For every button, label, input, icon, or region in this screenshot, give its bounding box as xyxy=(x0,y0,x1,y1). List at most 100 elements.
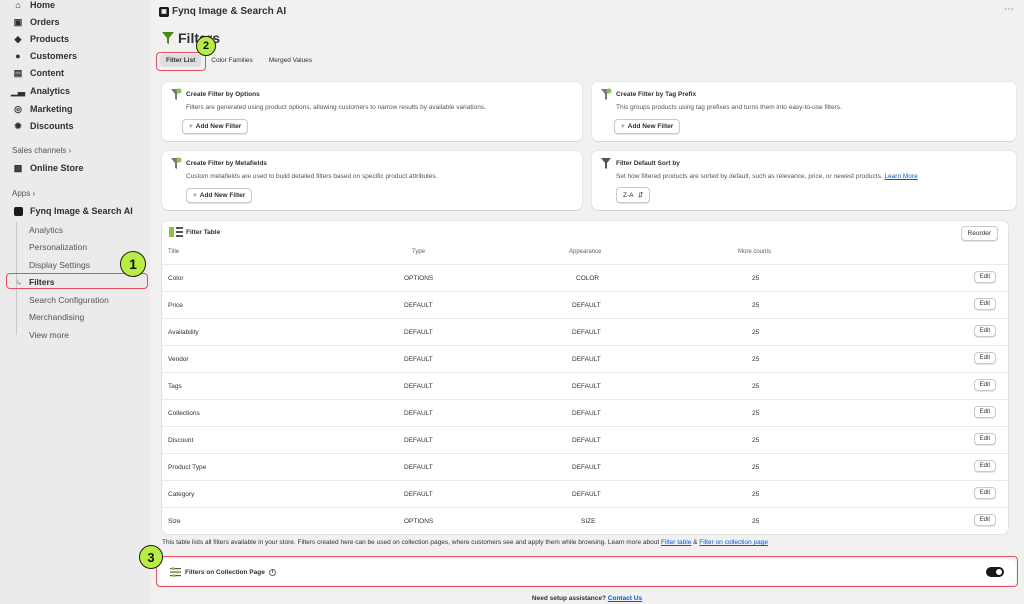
sub-item-display-settings[interactable]: Display Settings xyxy=(29,260,90,270)
edit-button[interactable]: Edit xyxy=(973,379,996,391)
reorder-button[interactable]: Reorder xyxy=(960,226,998,241)
sub-item-search-configuration[interactable]: Search Configuration xyxy=(29,295,109,305)
column-header-title: Title xyxy=(168,249,180,255)
cell-appearance: DEFAULT xyxy=(572,410,601,417)
table-row: Discount DEFAULT DEFAULT 25 Edit xyxy=(162,426,1008,453)
cell-appearance: DEFAULT xyxy=(572,491,601,498)
tab-merged-values[interactable]: Merged Values xyxy=(263,54,318,67)
apps-header[interactable]: Apps › xyxy=(12,189,35,198)
sidebar-item-products[interactable]: ◆ Products xyxy=(12,31,69,47)
cell-more-counts: 25 xyxy=(752,356,760,363)
edit-button[interactable]: Edit xyxy=(973,271,996,283)
cell-title: Product Type xyxy=(168,464,207,471)
sidebar-item-label: Products xyxy=(30,34,70,44)
edit-button[interactable]: Edit xyxy=(973,298,996,310)
sidebar-item-marketing[interactable]: ◎ Marketing xyxy=(12,101,72,117)
cell-more-counts: 25 xyxy=(752,383,760,390)
cell-title: Size xyxy=(168,518,181,525)
cell-more-counts: 25 xyxy=(752,437,760,444)
setup-assistance: Need setup assistance? Contact Us xyxy=(150,595,1024,602)
sidebar-item-home[interactable]: ⌂ Home xyxy=(12,0,55,13)
edit-button[interactable]: Edit xyxy=(973,487,996,499)
home-icon: ⌂ xyxy=(15,0,21,10)
person-icon: ● xyxy=(15,51,21,61)
cell-title: Collections xyxy=(168,410,200,417)
card-filter-by-tag-prefix: Create Filter by Tag Prefix This groups … xyxy=(592,82,1016,141)
filter-on-collection-page-link[interactable]: Filter on collection page xyxy=(699,539,768,546)
sort-select[interactable]: Z-A ⇵ xyxy=(616,187,651,203)
edit-button[interactable]: Edit xyxy=(973,460,996,472)
app-logo-icon: ▣ xyxy=(159,6,169,17)
section-label: Apps xyxy=(12,189,31,198)
table-row: Color OPTIONS COLOR 25 Edit xyxy=(162,264,1008,291)
sidebar-item-discounts[interactable]: ✹ Discounts xyxy=(12,118,73,134)
sales-channels-header[interactable]: Sales channels › xyxy=(12,146,71,155)
sort-select-value: Z-A xyxy=(623,192,634,199)
sidebar-item-app[interactable]: Fynq Image & Search AI xyxy=(12,203,133,219)
highlight-box-collection-page xyxy=(156,556,1018,587)
cell-more-counts: 25 xyxy=(752,491,760,498)
cell-appearance: DEFAULT xyxy=(572,383,601,390)
cell-type: DEFAULT xyxy=(404,302,433,309)
sidebar-item-orders[interactable]: ▣ Orders xyxy=(12,14,60,30)
cell-more-counts: 25 xyxy=(752,410,760,417)
cell-type: DEFAULT xyxy=(404,491,433,498)
plus-icon: + xyxy=(193,192,197,199)
sub-item-personalization[interactable]: Personalization xyxy=(29,242,87,252)
main-content: ▣ Fynq Image & Search AI ⋯ Filters Filte… xyxy=(139,0,1024,604)
table-row: Price DEFAULT DEFAULT 25 Edit xyxy=(162,291,1008,318)
sub-item-merchandising[interactable]: Merchandising xyxy=(29,312,84,322)
sidebar-item-customers[interactable]: ● Customers xyxy=(12,48,77,64)
cell-title: Discount xyxy=(168,437,194,444)
cell-type: DEFAULT xyxy=(404,437,433,444)
cell-more-counts: 25 xyxy=(752,302,760,309)
cell-appearance: DEFAULT xyxy=(572,302,601,309)
sidebar-item-content[interactable]: ▤ Content xyxy=(12,65,64,81)
app-header: ▣ Fynq Image & Search AI xyxy=(159,6,286,17)
cell-more-counts: 25 xyxy=(752,275,760,282)
button-label: Add New Filter xyxy=(199,192,246,199)
table-row: Category DEFAULT DEFAULT 25 Edit xyxy=(162,480,1008,507)
edit-button[interactable]: Edit xyxy=(973,514,996,526)
card-title: Create Filter by Options xyxy=(186,91,260,98)
learn-more-link[interactable]: Learn More xyxy=(884,173,917,180)
sub-item-view-more[interactable]: View more xyxy=(29,330,69,340)
footnote-amp: & xyxy=(693,539,698,546)
sidebar-item-label: Online Store xyxy=(30,163,84,173)
cell-type: OPTIONS xyxy=(404,518,434,525)
section-label: Sales channels xyxy=(12,146,67,155)
button-label: Add New Filter xyxy=(627,123,674,130)
sidebar-item-analytics[interactable]: ▁▃ Analytics xyxy=(11,83,70,99)
target-icon: ◎ xyxy=(14,103,22,114)
sub-item-analytics[interactable]: Analytics xyxy=(29,225,63,235)
tag-icon: ◆ xyxy=(14,33,22,44)
table-row: Product Type DEFAULT DEFAULT 25 Edit xyxy=(162,453,1008,480)
cell-type: DEFAULT xyxy=(404,356,433,363)
tab-color-families[interactable]: Color Families xyxy=(205,54,259,67)
card-filter-by-options: Create Filter by Options Filters are gen… xyxy=(162,82,582,141)
cell-appearance: SIZE xyxy=(581,518,596,525)
edit-button[interactable]: Edit xyxy=(973,352,996,364)
store-icon: ▩ xyxy=(13,162,23,173)
add-new-filter-button[interactable]: + Add New Filter xyxy=(182,119,249,134)
edit-button[interactable]: Edit xyxy=(973,325,996,337)
cell-appearance: DEFAULT xyxy=(572,329,601,336)
filter-table-header: Filter Table xyxy=(169,227,220,237)
add-new-filter-button[interactable]: + Add New Filter xyxy=(186,188,253,203)
edit-button[interactable]: Edit xyxy=(973,406,996,418)
ellipsis-icon[interactable]: ⋯ xyxy=(1004,4,1014,15)
filter-table-footnote: This table lists all filters available i… xyxy=(162,539,768,546)
sidebar-item-online-store[interactable]: ▩ Online Store xyxy=(12,160,84,176)
card-filter-by-metafields: Create Filter by Metafields Custom metaf… xyxy=(162,151,582,210)
cell-title: Price xyxy=(168,302,183,309)
add-new-filter-button[interactable]: + Add New Filter xyxy=(614,119,681,134)
cell-more-counts: 25 xyxy=(752,464,760,471)
card-description: Set how filtered products are sorted by … xyxy=(616,173,918,180)
contact-us-link[interactable]: Contact Us xyxy=(608,595,642,602)
edit-button[interactable]: Edit xyxy=(973,433,996,445)
card-description: This groups products using tag prefixes … xyxy=(616,104,842,111)
funnel-options-icon xyxy=(171,88,182,100)
filter-table-link[interactable]: Filter table xyxy=(661,539,691,546)
gear-badge-icon: ✹ xyxy=(14,120,22,131)
cell-type: DEFAULT xyxy=(404,410,433,417)
